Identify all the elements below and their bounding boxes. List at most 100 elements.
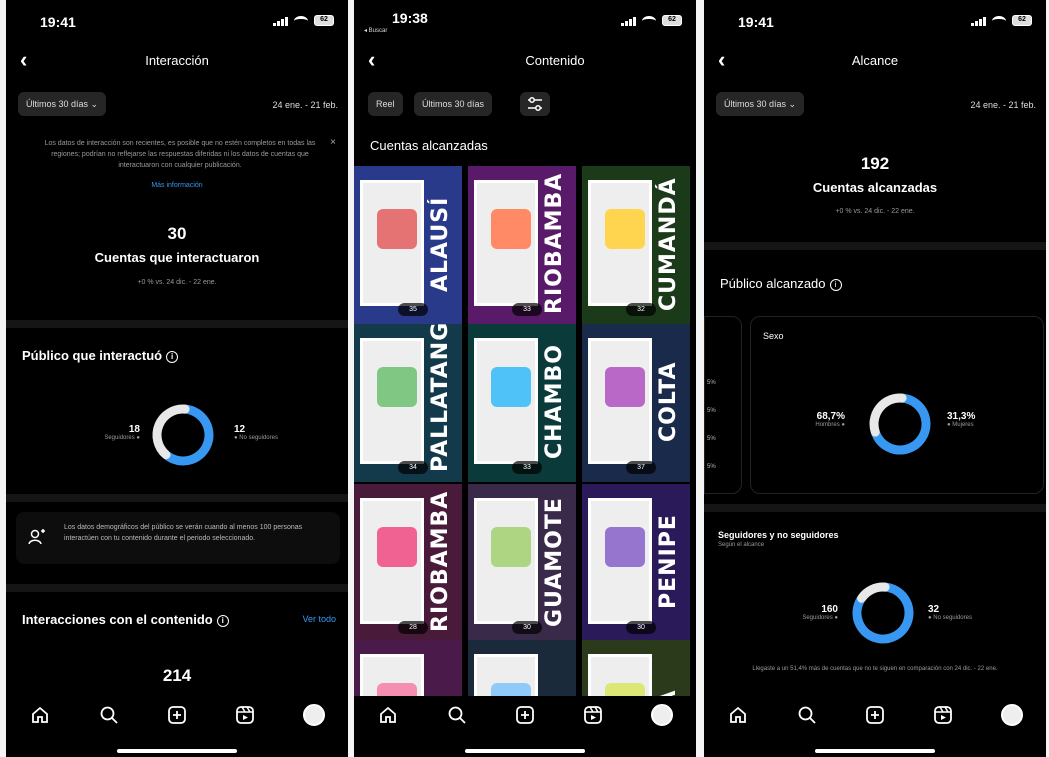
tab-reels[interactable] <box>230 700 260 730</box>
men-value: 68,7% Hombres ● <box>815 411 845 428</box>
reel-tile[interactable]: IO <box>468 640 576 696</box>
nav-bar: ‹ Alcance <box>704 46 1046 78</box>
reel-town-name: IO <box>542 648 574 696</box>
search-icon <box>100 706 118 724</box>
reel-town-name: RIOBAMBA <box>428 490 453 632</box>
reel-tile[interactable]: PENIPE 30 <box>582 484 690 642</box>
back-to-app-link[interactable]: ◂ Buscar <box>364 27 387 34</box>
sex-card[interactable]: Sexo 68,7% Hombres ● 31,3% ● Mujeres <box>750 316 1044 494</box>
reel-thumbnail <box>360 654 424 696</box>
info-icon[interactable]: i <box>216 614 229 627</box>
close-icon[interactable]: × <box>330 137 336 148</box>
reel-thumbnail <box>588 180 652 306</box>
tab-home[interactable] <box>373 700 403 730</box>
demographics-tip-text: Los datos demográficos del público se ve… <box>64 524 303 542</box>
reel-tile[interactable]: PALLATANGA 34 <box>354 324 462 482</box>
data-notice: Los datos de interacción son recientes, … <box>44 140 316 169</box>
reel-thumbnail <box>360 498 424 624</box>
reel-tile[interactable]: CHI <box>354 640 462 696</box>
reel-town-name: PENIPE <box>656 514 681 610</box>
period-filter-button[interactable]: Últimos 30 días ⌄ <box>18 92 107 116</box>
tab-reels[interactable] <box>578 700 608 730</box>
battery-icon: 62 <box>662 15 682 26</box>
page-title: Alcance <box>851 53 899 68</box>
tab-profile[interactable] <box>299 700 329 730</box>
reach-screen: 19:41 62 ‹ Alcance Últimos 30 días ⌄ 24 … <box>704 0 1046 757</box>
status-icons: 62 <box>621 15 682 26</box>
home-icon <box>32 706 49 723</box>
sex-donut-chart <box>869 393 931 455</box>
donut-slice-seguidores <box>163 404 214 466</box>
avatar <box>302 704 325 726</box>
content-type-filter[interactable]: Reel <box>368 92 403 116</box>
period-filter-button[interactable]: Últimos 30 días <box>414 92 493 116</box>
tab-create[interactable] <box>162 700 192 730</box>
status-icons: 62 <box>273 15 334 26</box>
signal-icon <box>971 16 986 26</box>
character-illustration <box>377 527 417 567</box>
tab-home[interactable] <box>25 700 55 730</box>
tab-create[interactable] <box>510 700 540 730</box>
status-time: 19:41 <box>738 14 774 30</box>
filter-settings-button[interactable] <box>520 92 550 116</box>
character-illustration <box>377 367 417 407</box>
reach-footnote: Llegaste a un 51,4% más de cuentas que n… <box>752 666 998 672</box>
reel-tile[interactable]: CUMANDÁ 32 <box>582 166 690 324</box>
reels-icon <box>934 706 953 724</box>
reel-thumbnail <box>474 498 538 624</box>
audience-title: Público que interactuó i <box>22 348 179 363</box>
reel-town-name: CUMANDÁ <box>656 177 681 311</box>
signal-icon <box>621 16 636 26</box>
reel-reach-count: 32 <box>626 303 656 316</box>
see-all-link[interactable]: Ver todo <box>302 614 336 624</box>
nav-bar: ‹ Contenido <box>354 46 696 78</box>
tab-search[interactable] <box>442 700 472 730</box>
tab-profile[interactable] <box>647 700 677 730</box>
battery-icon: 62 <box>314 15 334 26</box>
reel-thumbnail <box>360 180 424 306</box>
home-indicator <box>465 749 585 753</box>
learn-more-link[interactable]: Más información <box>6 180 348 191</box>
reel-reach-count: 30 <box>512 621 542 634</box>
home-indicator <box>117 749 237 753</box>
reel-tile[interactable]: COLTA 37 <box>582 324 690 482</box>
page-title: Interacción <box>145 53 209 68</box>
tab-search[interactable] <box>94 700 124 730</box>
character-illustration <box>491 367 531 407</box>
accounts-engaged-change: +0 % vs. 24 dic. - 22 ene. <box>137 279 217 286</box>
reel-tile[interactable]: NGA <box>582 640 690 696</box>
tab-create[interactable] <box>860 700 890 730</box>
reel-reach-count: 33 <box>512 461 542 474</box>
tab-profile[interactable] <box>997 700 1027 730</box>
donut-slice-no-seguidores <box>857 582 890 603</box>
reel-thumbnail <box>474 338 538 464</box>
content-interactions-title: Interacciones con el contenido i <box>22 612 229 627</box>
status-bar: 19:38 ◂ Buscar 62 <box>354 0 696 40</box>
status-time: 19:41 <box>40 14 76 30</box>
reel-reach-count: 34 <box>398 461 428 474</box>
search-icon <box>798 706 816 724</box>
avatar <box>650 704 673 726</box>
wifi-icon <box>642 15 656 26</box>
reel-thumbnail <box>474 180 538 306</box>
info-icon[interactable]: i <box>166 350 179 363</box>
period-filter-button[interactable]: Últimos 30 días ⌄ <box>716 92 805 116</box>
tab-reels[interactable] <box>928 700 958 730</box>
reel-tile[interactable]: ALAUSÍ 35 <box>354 166 462 324</box>
reel-tile[interactable]: RIOBAMBA 28 <box>354 484 462 642</box>
reel-town-name: NGA <box>656 648 688 696</box>
reel-tile[interactable]: GUAMOTE 30 <box>468 484 576 642</box>
reel-thumbnail <box>474 654 538 696</box>
demographics-tip: Los datos demográficos del público se ve… <box>16 512 340 564</box>
previous-card: 5% 5% 5% 5% <box>704 316 742 494</box>
sex-card-title: Sexo <box>763 331 784 341</box>
tab-search[interactable] <box>792 700 822 730</box>
info-icon[interactable]: i <box>829 278 842 291</box>
followers-donut-chart <box>852 582 914 644</box>
reel-tile[interactable]: CHAMBO 33 <box>468 324 576 482</box>
reel-tile[interactable]: RIOBAMBA 33 <box>468 166 576 324</box>
character-illustration <box>377 209 417 249</box>
page-title: Contenido <box>525 53 585 68</box>
tab-home[interactable] <box>723 700 753 730</box>
sliders-icon <box>528 97 542 111</box>
